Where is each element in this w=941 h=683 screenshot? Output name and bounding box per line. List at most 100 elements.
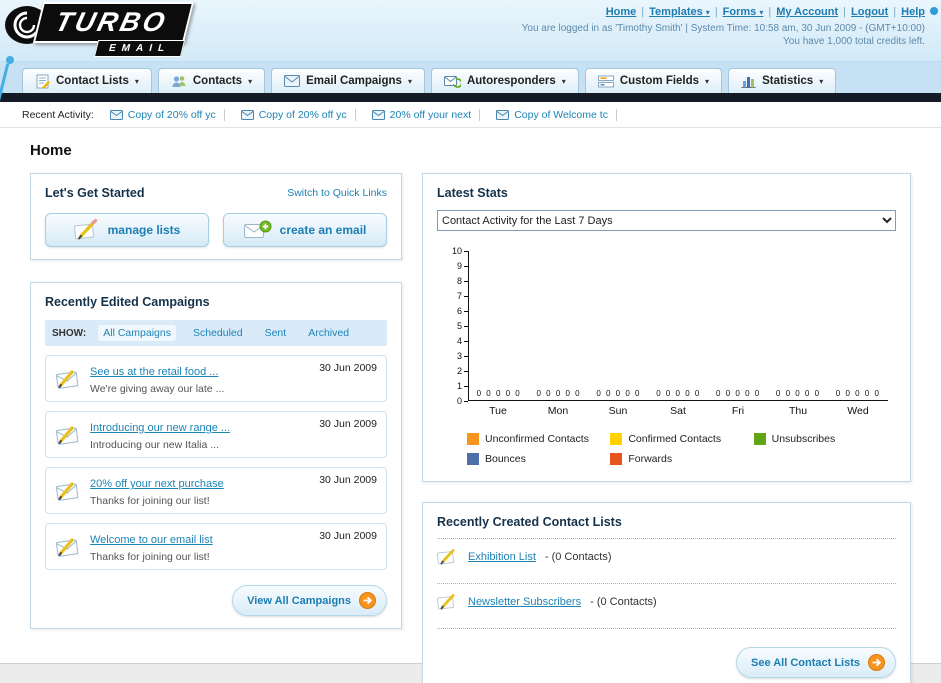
filter-archived[interactable]: Archived bbox=[303, 325, 354, 341]
recent-activity-text: Copy of 20% off yc bbox=[259, 108, 356, 121]
right-column: Latest Stats Contact Activity for the La… bbox=[422, 173, 911, 683]
x-axis-label: Sat bbox=[670, 405, 686, 417]
legend-swatch bbox=[610, 433, 623, 445]
statistics-icon bbox=[741, 77, 756, 88]
legend-item: Confirmed Contacts bbox=[610, 433, 753, 445]
campaign-filterbar: SHOW: All Campaigns Scheduled Sent Archi… bbox=[45, 320, 387, 346]
tab-label: Custom Fields bbox=[619, 75, 700, 87]
campaign-list-item: Welcome to our email list Thanks for joi… bbox=[45, 523, 387, 570]
separator: | bbox=[893, 6, 897, 18]
chevron-down-icon: ▾ bbox=[407, 76, 412, 86]
email-campaigns-icon bbox=[284, 75, 301, 87]
dotted-divider bbox=[437, 628, 896, 629]
tab-label: Contacts bbox=[192, 75, 243, 87]
campaign-title-link[interactable]: Introducing our new range ... bbox=[90, 422, 230, 434]
recent-activity-bar: Recent Activity: Copy of 20% off yc Copy… bbox=[0, 102, 941, 128]
recent-activity-item[interactable]: Copy of 20% off yc bbox=[109, 108, 225, 121]
legend-item: Unsubscribes bbox=[753, 433, 897, 445]
top-link-home[interactable]: Home bbox=[606, 6, 637, 18]
top-link-forms[interactable]: Forms ▾ bbox=[723, 6, 764, 18]
legend-swatch bbox=[610, 453, 623, 465]
x-axis-label: Tue bbox=[489, 405, 507, 417]
recent-activity-item[interactable]: Copy of Welcome tc bbox=[496, 108, 617, 121]
recent-activity-label: Recent Activity: bbox=[22, 108, 94, 121]
recent-activity-text: Copy of Welcome tc bbox=[514, 108, 617, 121]
recent-campaigns-panel: Recently Edited Campaigns SHOW: All Camp… bbox=[30, 282, 402, 629]
y-axis-tick: 1 bbox=[457, 381, 468, 391]
latest-stats-title: Latest Stats bbox=[437, 186, 508, 200]
tab-label: Statistics bbox=[762, 75, 814, 87]
legend-swatch bbox=[753, 433, 766, 445]
y-axis-tick: 7 bbox=[457, 291, 468, 301]
view-all-campaigns-label: View All Campaigns bbox=[247, 594, 351, 607]
create-email-button[interactable]: create an email bbox=[223, 213, 387, 247]
chart-value-group: 0 0 0 0 0 bbox=[476, 389, 522, 398]
legend-label: Forwards bbox=[628, 453, 673, 465]
y-axis-tick: 8 bbox=[457, 276, 468, 286]
pencil-paper-icon bbox=[437, 594, 455, 610]
page-content: Home Let's Get Started Switch to Quick L… bbox=[0, 128, 941, 683]
y-axis-tick: 9 bbox=[457, 261, 468, 271]
contact-list-link[interactable]: Newsletter Subscribers bbox=[468, 596, 581, 608]
contact-activity-chart: 0 1 2 3 4 5 6 7 8 9 10 0 0 0 0 00 0 0 0 00 0 0 0 0… bbox=[441, 246, 896, 417]
show-label: SHOW: bbox=[52, 327, 87, 339]
tab-contact-lists[interactable]: Contact Lists ▾ bbox=[22, 68, 152, 93]
tab-custom-fields[interactable]: Custom Fields ▾ bbox=[584, 68, 723, 93]
tab-contacts[interactable]: Contacts ▾ bbox=[157, 68, 266, 93]
chevron-down-icon: ▾ bbox=[134, 76, 139, 86]
contact-list-link[interactable]: Exhibition List bbox=[468, 551, 536, 563]
chevron-down-icon: ▾ bbox=[561, 76, 566, 86]
recent-contact-lists-panel: Recently Created Contact Lists Exhibitio… bbox=[422, 502, 911, 683]
separator: | bbox=[843, 6, 847, 18]
chart-value-group: 0 0 0 0 0 bbox=[536, 389, 582, 398]
tab-email-campaigns[interactable]: Email Campaigns ▾ bbox=[271, 68, 425, 93]
view-all-campaigns-button[interactable]: View All Campaigns bbox=[232, 585, 387, 616]
y-axis-tick: 2 bbox=[457, 366, 468, 376]
top-link-my-account[interactable]: My Account bbox=[776, 6, 838, 18]
recent-activity-item[interactable]: 20% off your next bbox=[371, 108, 481, 121]
envelope-icon bbox=[240, 109, 254, 120]
campaign-date: 30 Jun 2009 bbox=[319, 362, 377, 374]
campaign-title-link[interactable]: See us at the retail food ... bbox=[90, 366, 218, 378]
top-link-templates[interactable]: Templates ▾ bbox=[649, 6, 710, 18]
envelope-icon bbox=[496, 109, 510, 120]
envelope-pencil-icon bbox=[55, 537, 79, 557]
y-axis-tick: 4 bbox=[457, 336, 468, 346]
credits-note: You have 1,000 total credits left. bbox=[783, 36, 925, 47]
custom-fields-icon bbox=[597, 75, 614, 87]
envelope-plus-icon bbox=[243, 220, 272, 238]
chart-value-group: 0 0 0 0 0 bbox=[835, 389, 881, 398]
see-all-contact-lists-label: See All Contact Lists bbox=[750, 656, 860, 669]
switch-quick-links-link[interactable]: Switch to Quick Links bbox=[287, 187, 387, 199]
envelope-pencil-icon bbox=[55, 481, 79, 501]
top-link-logout[interactable]: Logout bbox=[851, 6, 888, 18]
filter-all-campaigns[interactable]: All Campaigns bbox=[98, 325, 176, 341]
chart-y-axis: 0 1 2 3 4 5 6 7 8 9 10 bbox=[441, 246, 468, 406]
legend-item: Bounces bbox=[467, 453, 610, 465]
tab-autoresponders[interactable]: Autoresponders ▾ bbox=[430, 68, 579, 93]
nav-dark-bar bbox=[0, 93, 941, 102]
y-axis-tick: 0 bbox=[457, 396, 468, 406]
legend-label: Unconfirmed Contacts bbox=[485, 433, 589, 445]
campaign-date: 30 Jun 2009 bbox=[319, 474, 377, 486]
chart-plot-area: 0 0 0 0 0 0 0 0 0 0 0 0 0 0 0 0 0 0 0 0 0 0 … bbox=[468, 251, 888, 401]
autoresponders-icon bbox=[443, 76, 461, 88]
campaign-title-link[interactable]: Welcome to our email list bbox=[90, 534, 213, 546]
filter-sent[interactable]: Sent bbox=[260, 325, 292, 341]
manage-lists-button[interactable]: manage lists bbox=[45, 213, 209, 247]
recent-campaigns-title: Recently Edited Campaigns bbox=[45, 295, 210, 309]
campaign-title-link[interactable]: 20% off your next purchase bbox=[90, 478, 224, 490]
y-axis-tick: 6 bbox=[457, 306, 468, 316]
filter-scheduled[interactable]: Scheduled bbox=[188, 325, 248, 341]
top-nav-links: Home | Templates ▾ | Forms ▾ | My Accoun… bbox=[606, 6, 925, 18]
legend-swatch bbox=[467, 433, 479, 445]
chart-x-labels: Tue Mon Sun Sat Fri Thu Wed bbox=[468, 401, 888, 417]
tab-statistics[interactable]: Statistics ▾ bbox=[728, 68, 837, 93]
main-nav-tabbar: Contact Lists ▾ Contacts ▾ Email Campaig… bbox=[0, 62, 941, 93]
stats-range-select[interactable]: Contact Activity for the Last 7 Days bbox=[437, 210, 896, 231]
recent-activity-item[interactable]: Copy of 20% off yc bbox=[240, 108, 356, 121]
top-link-help[interactable]: Help bbox=[901, 6, 925, 18]
contact-list-detail: - (0 Contacts) bbox=[590, 595, 657, 608]
envelope-icon bbox=[371, 109, 385, 120]
see-all-contact-lists-button[interactable]: See All Contact Lists bbox=[735, 647, 896, 678]
